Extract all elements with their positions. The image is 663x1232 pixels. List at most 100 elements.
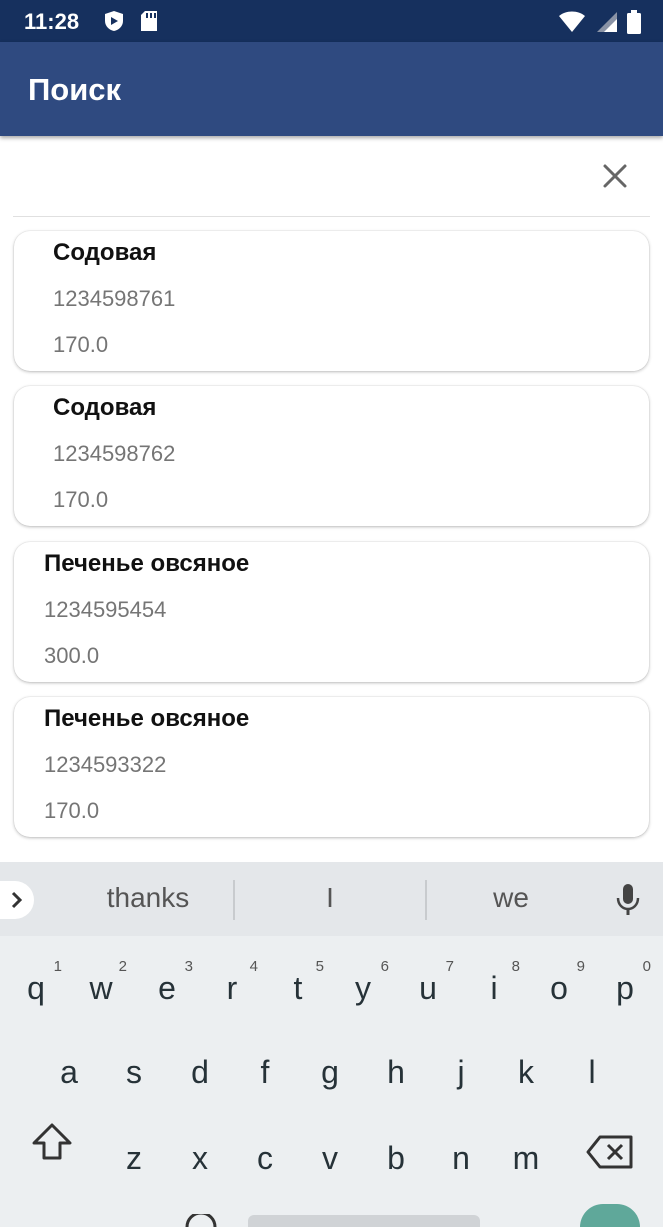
key-hint: 7	[445, 958, 454, 975]
key-letter: r	[226, 970, 238, 1006]
key-g[interactable]: g	[300, 1032, 360, 1102]
spacebar[interactable]	[248, 1215, 480, 1227]
backspace-icon[interactable]	[586, 1134, 634, 1175]
suggestion-2[interactable]: I	[310, 882, 350, 914]
key-b[interactable]: b	[366, 1118, 426, 1188]
key-letter: b	[387, 1140, 405, 1176]
key-d[interactable]: d	[170, 1032, 230, 1102]
battery-icon	[627, 10, 641, 39]
key-letter: v	[322, 1140, 338, 1176]
key-c[interactable]: c	[235, 1118, 295, 1188]
suggestion-divider	[233, 880, 235, 920]
sd-card-icon	[140, 10, 158, 37]
product-price: 300.0	[44, 643, 100, 668]
key-y[interactable]: y6	[333, 948, 393, 1018]
key-o[interactable]: o9	[529, 948, 589, 1018]
list-item[interactable]: Содовая 1234598761 170.0	[14, 231, 649, 371]
key-u[interactable]: u7	[398, 948, 458, 1018]
key-letter: s	[126, 1054, 142, 1090]
key-letter: q	[27, 970, 45, 1006]
emoji-icon[interactable]	[183, 1211, 219, 1232]
key-letter: c	[257, 1140, 273, 1176]
status-bar: 11:28	[0, 0, 663, 42]
product-price: 170.0	[53, 332, 109, 357]
key-hint: 0	[642, 958, 651, 975]
app-bar: Поиск	[0, 42, 663, 136]
product-code: 1234593322	[44, 752, 167, 777]
key-w[interactable]: w2	[71, 948, 131, 1018]
shift-icon[interactable]	[30, 1122, 74, 1167]
suggestion-strip: thanks I we	[0, 862, 663, 936]
key-h[interactable]: h	[366, 1032, 426, 1102]
key-letter: x	[192, 1140, 208, 1176]
key-s[interactable]: s	[104, 1032, 164, 1102]
key-letter: n	[452, 1140, 470, 1176]
search-bar	[13, 137, 650, 217]
key-letter: d	[191, 1054, 209, 1090]
key-x[interactable]: x	[170, 1118, 230, 1188]
product-name: Печенье овсяное	[44, 705, 250, 732]
key-t[interactable]: t5	[268, 948, 328, 1018]
product-code: 1234595454	[44, 597, 167, 622]
key-letter: p	[616, 970, 634, 1006]
key-i[interactable]: i8	[464, 948, 524, 1018]
key-letter: i	[490, 970, 498, 1006]
key-letter: w	[89, 970, 113, 1006]
key-n[interactable]: n	[431, 1118, 491, 1188]
key-j[interactable]: j	[431, 1032, 491, 1102]
product-name: Содовая	[53, 394, 157, 421]
key-f[interactable]: f	[235, 1032, 295, 1102]
key-hint: 5	[315, 958, 324, 975]
key-hint: 4	[249, 958, 258, 975]
key-p[interactable]: p0	[595, 948, 655, 1018]
suggestion-divider	[425, 880, 427, 920]
chevron-right-icon[interactable]	[0, 881, 34, 919]
page-title: Поиск	[28, 72, 122, 107]
key-letter: o	[550, 970, 568, 1006]
key-l[interactable]: l	[562, 1032, 622, 1102]
key-letter: h	[387, 1054, 405, 1090]
key-letter: l	[588, 1054, 596, 1090]
signal-icon	[595, 11, 617, 38]
suggestion-1[interactable]: thanks	[96, 882, 200, 914]
key-letter: a	[60, 1054, 78, 1090]
key-hint: 8	[511, 958, 520, 975]
key-letter: j	[457, 1054, 465, 1090]
key-letter: m	[512, 1140, 540, 1176]
close-icon[interactable]	[598, 159, 632, 193]
key-hint: 1	[53, 958, 62, 975]
key-k[interactable]: k	[496, 1032, 556, 1102]
suggestion-3[interactable]: we	[476, 882, 546, 914]
key-v[interactable]: v	[300, 1118, 360, 1188]
search-input[interactable]	[13, 137, 573, 215]
wifi-icon	[559, 11, 585, 38]
enter-button[interactable]	[580, 1204, 640, 1227]
product-name: Печенье овсяное	[44, 550, 250, 577]
key-letter: k	[518, 1054, 534, 1090]
product-name: Содовая	[53, 239, 157, 266]
key-letter: z	[126, 1140, 142, 1176]
key-letter: f	[260, 1054, 270, 1090]
key-letter: t	[293, 970, 303, 1006]
key-m[interactable]: m	[496, 1118, 556, 1188]
product-price: 170.0	[53, 487, 109, 512]
status-time: 11:28	[24, 9, 80, 34]
key-a[interactable]: a	[39, 1032, 99, 1102]
key-letter: g	[321, 1054, 339, 1090]
list-item[interactable]: Содовая 1234598762 170.0	[14, 386, 649, 526]
list-item[interactable]: Печенье овсяное 1234595454 300.0	[14, 542, 649, 682]
product-code: 1234598762	[53, 441, 176, 466]
key-q[interactable]: q1	[6, 948, 66, 1018]
key-z[interactable]: z	[104, 1118, 164, 1188]
shield-icon	[104, 10, 124, 37]
on-screen-keyboard: thanks I we q1w2e3r4t5y6u7i8o9p0 asdfghj…	[0, 862, 663, 1228]
key-r[interactable]: r4	[202, 948, 262, 1018]
key-hint: 6	[380, 958, 389, 975]
key-letter: y	[355, 970, 371, 1006]
list-item[interactable]: Печенье овсяное 1234593322 170.0	[14, 697, 649, 837]
product-code: 1234598761	[53, 286, 176, 311]
key-e[interactable]: e3	[137, 948, 197, 1018]
key-hint: 9	[576, 958, 585, 975]
key-letter: e	[158, 970, 176, 1006]
microphone-icon[interactable]	[614, 882, 642, 923]
